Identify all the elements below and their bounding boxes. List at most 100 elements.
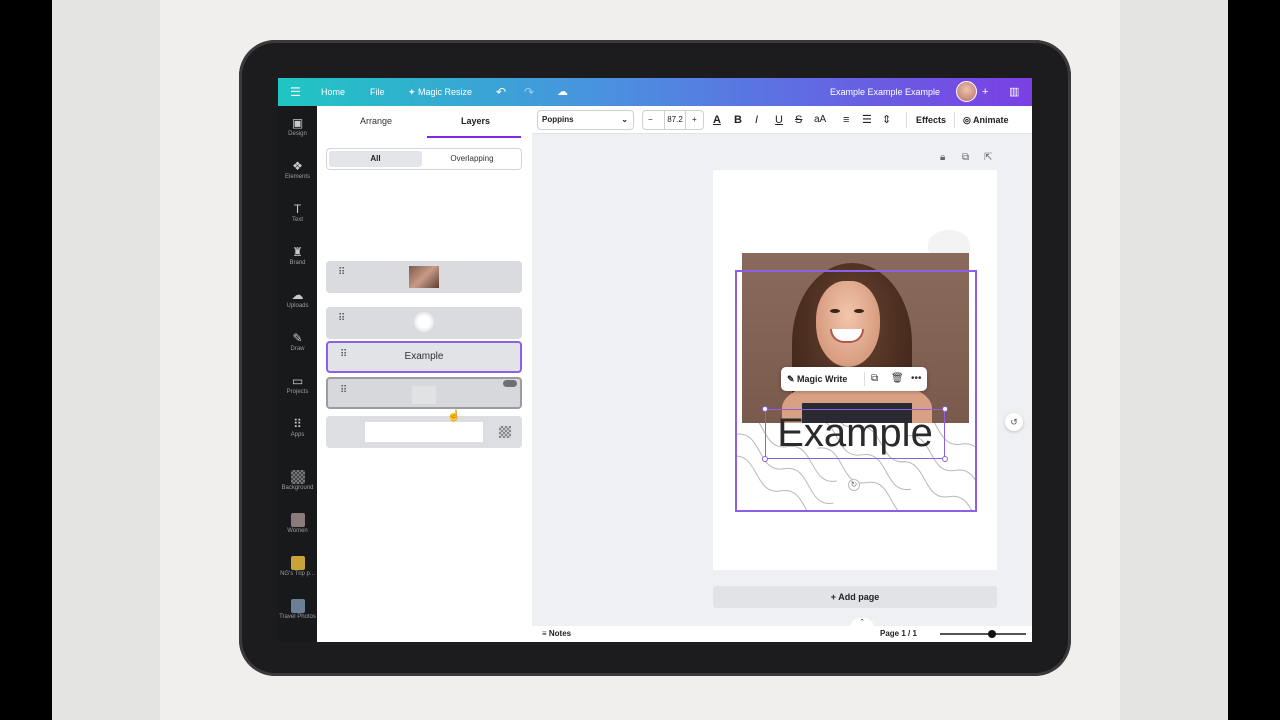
rail-projects[interactable]: ▭ Projects <box>278 374 317 395</box>
strikethrough-icon[interactable]: S <box>795 106 802 134</box>
list-icon[interactable]: ☰ <box>862 106 872 134</box>
rail-label: Projects <box>286 389 309 395</box>
rail-trip[interactable]: NG's Trip p... <box>278 556 317 577</box>
rail-label: Draw <box>290 346 305 352</box>
rail-draw[interactable]: ✎ Draw <box>278 331 317 352</box>
magic-write-button[interactable]: ✎ Magic Write <box>787 367 847 391</box>
tab-arrange[interactable]: Arrange <box>360 116 392 126</box>
drag-handle-icon[interactable]: ⠿ <box>338 268 346 278</box>
layer-thumbnail <box>365 422 483 442</box>
duplicate-icon[interactable]: ⧉ <box>871 367 878 391</box>
elements-icon: ❖ <box>292 159 303 173</box>
layers-panel: Arrange Layers All Overlapping ⠿ ⠿ ⠿ Exa… <box>317 106 532 642</box>
more-options-badge[interactable] <box>503 380 517 387</box>
page-indicator[interactable]: Page 1 / 1 <box>880 626 917 642</box>
bold-icon[interactable]: B <box>734 106 742 134</box>
rail-label: Background <box>281 485 314 491</box>
more-icon[interactable]: ••• <box>911 367 922 391</box>
comment-refresh-icon[interactable]: ↺ <box>1005 413 1023 431</box>
layer-thumbnail <box>409 266 439 288</box>
layer-filter: All Overlapping <box>326 148 522 170</box>
magic-resize-button[interactable]: ✦ Magic Resize <box>408 78 472 106</box>
format-toolbar: Poppins ⌄ − 87.2 + A B I U S aA ≡ ☰ ⇕ Eff… <box>532 106 1032 134</box>
layer-item-shape[interactable]: ⠿ <box>326 307 522 339</box>
font-family-select[interactable]: Poppins ⌄ <box>537 110 634 130</box>
rail-label: Uploads <box>286 303 309 309</box>
rail-uploads[interactable]: ☁ Uploads <box>278 288 317 309</box>
animate-button[interactable]: ◎ Animate <box>963 106 1009 134</box>
bottom-bar: ≡ Notes ⌃ Page 1 / 1 <box>532 618 1032 642</box>
zoom-slider-handle[interactable] <box>988 630 996 638</box>
rail-apps[interactable]: ⠿ Apps <box>278 417 317 438</box>
home-button[interactable]: Home <box>321 78 345 106</box>
lock-icon[interactable]: 🔒︎ <box>940 152 945 163</box>
effects-button[interactable]: Effects <box>916 106 946 134</box>
layer-item-image[interactable]: ⠿ <box>326 261 522 293</box>
decrease-size-button[interactable]: − <box>648 111 653 129</box>
align-center-icon[interactable]: ≡ <box>843 106 849 134</box>
increase-size-button[interactable]: + <box>692 111 697 129</box>
chevron-down-icon: ⌄ <box>621 115 628 124</box>
italic-icon[interactable]: I <box>755 106 758 134</box>
tab-layers[interactable]: Layers <box>461 116 490 126</box>
apps-icon: ⠿ <box>293 417 302 431</box>
filter-all[interactable]: All <box>329 151 422 167</box>
resize-handle[interactable] <box>762 456 768 462</box>
filter-overlapping[interactable]: Overlapping <box>425 151 519 167</box>
magic-wand-icon: ✎ <box>787 374 798 384</box>
rail-text[interactable]: T Text <box>278 202 317 223</box>
resize-handle[interactable] <box>942 456 948 462</box>
draw-icon: ✎ <box>292 331 303 345</box>
underline-icon[interactable]: U <box>775 106 783 134</box>
add-page-icon[interactable]: ⇱ <box>984 152 992 163</box>
projects-icon: ▭ <box>291 374 304 388</box>
undo-icon[interactable]: ↶ <box>496 78 506 106</box>
drag-handle-icon[interactable]: ⠿ <box>338 314 346 324</box>
rail-design[interactable]: ▣ Design <box>278 116 317 137</box>
text-color-icon[interactable]: A <box>713 106 721 134</box>
layer-text-label: Example <box>404 351 444 362</box>
font-name: Poppins <box>542 115 574 124</box>
context-toolbar: ✎ Magic Write ⧉ 🗑︎ ••• <box>781 367 927 391</box>
file-menu[interactable]: File <box>370 78 385 106</box>
rail-elements[interactable]: ❖ Elements <box>278 159 317 180</box>
rail-label: Design <box>288 131 307 137</box>
duplicate-page-icon[interactable]: ⧉ <box>962 152 969 163</box>
rail-label: Apps <box>290 432 305 438</box>
design-icon: ▣ <box>291 116 304 130</box>
layer-item-background[interactable] <box>326 416 522 448</box>
cloud-check-icon[interactable]: ☁ <box>557 78 568 106</box>
redo-icon[interactable]: ↷ <box>524 78 534 106</box>
avatar[interactable] <box>956 81 977 102</box>
women-thumb <box>290 513 305 527</box>
brand-icon: ♜ <box>292 245 303 259</box>
design-title[interactable]: Example Example Example <box>830 78 940 106</box>
notes-button[interactable]: ≡ Notes <box>542 626 571 642</box>
rail-label: Travel Photos <box>279 614 316 620</box>
transparency-icon <box>499 426 511 438</box>
spacing-icon[interactable]: ⇕ <box>882 106 891 134</box>
zoom-slider[interactable] <box>940 633 1026 635</box>
sparkle-icon: ✦ <box>408 87 419 97</box>
rail-brand[interactable]: ♜ Brand <box>278 245 317 266</box>
layer-item-text[interactable]: ⠿ Example <box>326 341 522 373</box>
rail-women[interactable]: Women <box>278 513 317 534</box>
layer-item-group[interactable]: ⠿ <box>326 377 522 409</box>
chevron-up-icon[interactable]: ⌃ <box>850 618 874 628</box>
add-page-button[interactable]: + Add page <box>713 586 997 608</box>
rail-background[interactable]: Background <box>278 470 317 491</box>
resize-handle[interactable] <box>942 406 948 412</box>
rail-travel[interactable]: Travel Photos <box>278 599 317 620</box>
menu-icon[interactable]: ☰ <box>290 78 301 106</box>
insights-icon[interactable]: ▥ <box>1009 78 1019 106</box>
drag-handle-icon[interactable]: ⠿ <box>340 386 348 396</box>
resize-handle[interactable] <box>762 406 768 412</box>
case-icon[interactable]: aA <box>814 106 826 134</box>
rotate-icon[interactable]: ↻ <box>848 479 860 491</box>
delete-icon[interactable]: 🗑︎ <box>891 367 904 391</box>
add-collaborator-icon[interactable]: + <box>982 78 988 106</box>
rail-label: Women <box>287 528 308 534</box>
pointer-cursor-icon: ☝ <box>447 410 461 422</box>
font-size-input[interactable]: 87.2 <box>664 111 686 129</box>
rail-label: Text <box>291 217 303 223</box>
